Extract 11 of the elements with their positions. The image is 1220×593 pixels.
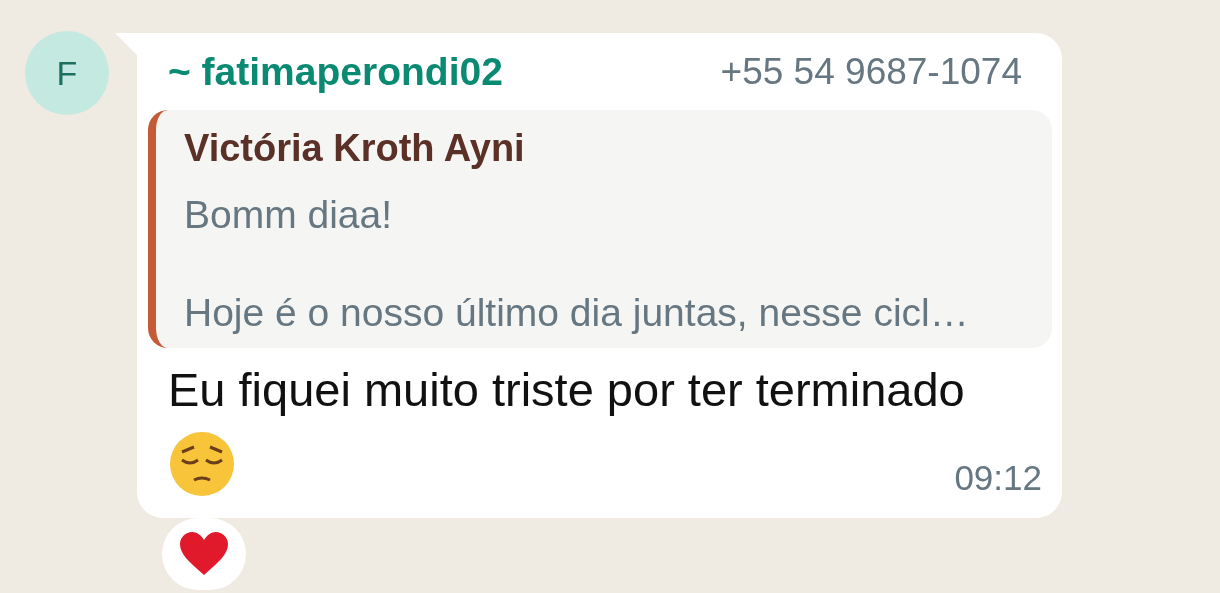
avatar[interactable]: F (25, 31, 109, 115)
message-text: Eu fiquei muito triste por ter terminado (168, 363, 966, 417)
message-time: 09:12 (954, 458, 1042, 498)
quoted-message[interactable]: Victória Kroth Ayni Bomm diaa! Hoje é o nosso último dia juntas, nesse cicl… (148, 110, 1052, 348)
heart-icon (179, 532, 229, 576)
sender-name[interactable]: ~ fatimaperondi02 (168, 48, 503, 96)
quote-text: Bomm diaa! (184, 192, 394, 238)
pensive-face-icon (168, 430, 236, 498)
sender-phone: +55 54 9687-1074 (720, 50, 1022, 94)
quote-author: Victória Kroth Ayni (184, 126, 526, 171)
quote-text: Hoje é o nosso último dia juntas, nesse cicl… (184, 290, 970, 336)
